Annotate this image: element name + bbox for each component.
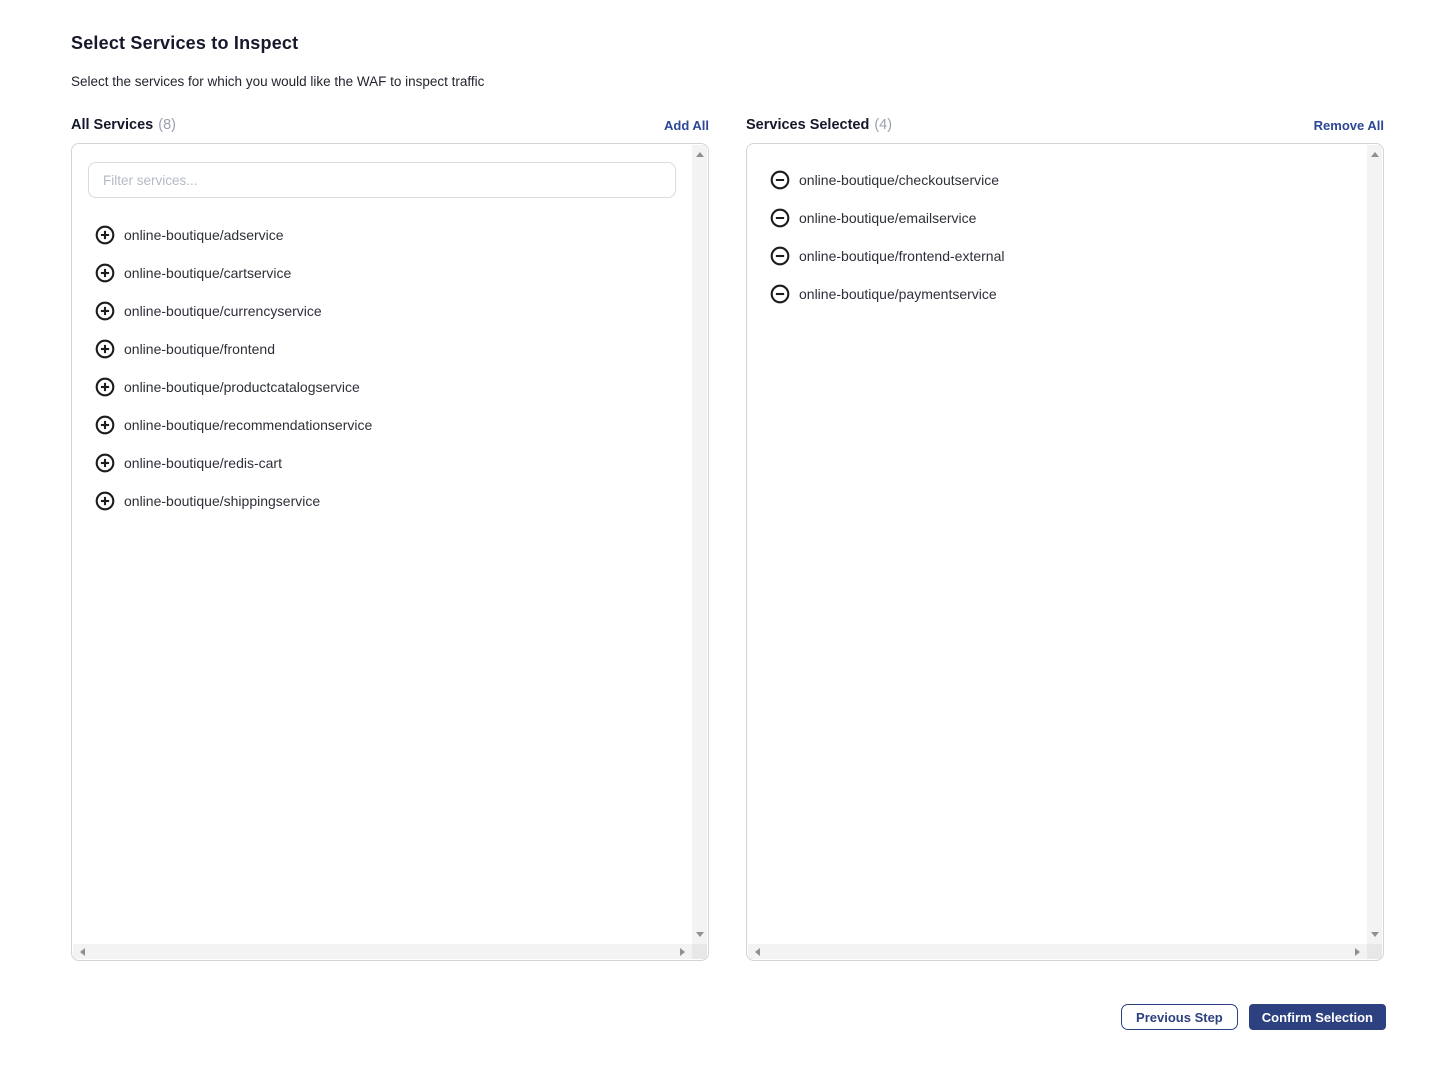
scroll-down-arrow-icon[interactable] xyxy=(1371,932,1379,937)
remove-all-link[interactable]: Remove All xyxy=(1314,118,1384,133)
selected-services-title: Services Selected (4) xyxy=(746,117,892,133)
scroll-left-arrow-icon[interactable] xyxy=(755,948,760,956)
service-label: online-boutique/checkoutservice xyxy=(799,172,999,188)
service-row[interactable]: online-boutique/emailservice xyxy=(747,206,1368,230)
service-label: online-boutique/frontend-external xyxy=(799,248,1004,264)
plus-circle-icon[interactable] xyxy=(95,301,115,321)
filter-services-input[interactable] xyxy=(88,162,676,198)
all-services-panel-content: online-boutique/adservice online-boutiqu… xyxy=(72,144,693,945)
selected-services-list: online-boutique/checkoutservice online-b… xyxy=(747,168,1368,306)
service-row[interactable]: online-boutique/recommendationservice xyxy=(72,413,693,437)
service-label: online-boutique/cartservice xyxy=(124,265,291,281)
service-label: online-boutique/paymentservice xyxy=(799,286,997,302)
service-label: online-boutique/currencyservice xyxy=(124,303,322,319)
scrollbar-corner xyxy=(1367,944,1382,959)
minus-circle-icon[interactable] xyxy=(770,208,790,228)
service-row[interactable]: online-boutique/frontend xyxy=(72,337,693,361)
plus-circle-icon[interactable] xyxy=(95,491,115,511)
service-label: online-boutique/redis-cart xyxy=(124,455,282,471)
plus-circle-icon[interactable] xyxy=(95,225,115,245)
service-columns: All Services (8) Add All online-boutique/… xyxy=(71,117,1385,961)
plus-circle-icon[interactable] xyxy=(95,339,115,359)
all-services-vertical-scrollbar[interactable] xyxy=(692,145,707,944)
service-row[interactable]: online-boutique/paymentservice xyxy=(747,282,1368,306)
all-services-panel: online-boutique/adservice online-boutiqu… xyxy=(71,143,709,961)
service-row[interactable]: online-boutique/cartservice xyxy=(72,261,693,285)
scroll-right-arrow-icon[interactable] xyxy=(680,948,685,956)
plus-circle-icon[interactable] xyxy=(95,263,115,283)
plus-circle-icon[interactable] xyxy=(95,377,115,397)
selected-services-panel-content: online-boutique/checkoutservice online-b… xyxy=(747,144,1368,945)
waf-service-selection-page: Select Services to Inspect Select the se… xyxy=(0,0,1456,1072)
service-row[interactable]: online-boutique/frontend-external xyxy=(747,244,1368,268)
service-label: online-boutique/recommendationservice xyxy=(124,417,372,433)
service-row[interactable]: online-boutique/productcatalogservice xyxy=(72,375,693,399)
minus-circle-icon[interactable] xyxy=(770,246,790,266)
service-label: online-boutique/shippingservice xyxy=(124,493,320,509)
all-services-horizontal-scrollbar[interactable] xyxy=(73,944,692,959)
all-services-count: (8) xyxy=(158,117,176,133)
all-services-title-text: All Services xyxy=(71,117,153,133)
all-services-title: All Services (8) xyxy=(71,117,176,133)
confirm-selection-button[interactable]: Confirm Selection xyxy=(1249,1004,1386,1030)
plus-circle-icon[interactable] xyxy=(95,415,115,435)
page-subtitle: Select the services for which you would … xyxy=(71,74,1385,89)
scroll-right-arrow-icon[interactable] xyxy=(1355,948,1360,956)
service-label: online-boutique/frontend xyxy=(124,341,275,357)
page-title: Select Services to Inspect xyxy=(71,33,1385,54)
service-label: online-boutique/adservice xyxy=(124,227,284,243)
selected-services-column: Services Selected (4) Remove All online-b… xyxy=(746,117,1384,961)
service-label: online-boutique/emailservice xyxy=(799,210,976,226)
selected-services-panel: online-boutique/checkoutservice online-b… xyxy=(746,143,1384,961)
footer-actions: Previous Step Confirm Selection xyxy=(1121,1004,1386,1030)
selected-services-header: Services Selected (4) Remove All xyxy=(746,117,1384,133)
scroll-up-arrow-icon[interactable] xyxy=(1371,152,1379,157)
minus-circle-icon[interactable] xyxy=(770,170,790,190)
selected-services-horizontal-scrollbar[interactable] xyxy=(748,944,1367,959)
selected-services-vertical-scrollbar[interactable] xyxy=(1367,145,1382,944)
scroll-left-arrow-icon[interactable] xyxy=(80,948,85,956)
service-row[interactable]: online-boutique/redis-cart xyxy=(72,451,693,475)
service-row[interactable]: online-boutique/currencyservice xyxy=(72,299,693,323)
scroll-down-arrow-icon[interactable] xyxy=(696,932,704,937)
plus-circle-icon[interactable] xyxy=(95,453,115,473)
selected-services-title-text: Services Selected xyxy=(746,117,869,133)
previous-step-button[interactable]: Previous Step xyxy=(1121,1004,1238,1030)
service-row[interactable]: online-boutique/shippingservice xyxy=(72,489,693,513)
service-row[interactable]: online-boutique/checkoutservice xyxy=(747,168,1368,192)
service-row[interactable]: online-boutique/adservice xyxy=(72,223,693,247)
service-label: online-boutique/productcatalogservice xyxy=(124,379,360,395)
all-services-column: All Services (8) Add All online-boutique/… xyxy=(71,117,709,961)
selected-services-count: (4) xyxy=(874,117,892,133)
scroll-up-arrow-icon[interactable] xyxy=(696,152,704,157)
scrollbar-corner xyxy=(692,944,707,959)
all-services-list: online-boutique/adservice online-boutiqu… xyxy=(72,223,693,513)
add-all-link[interactable]: Add All xyxy=(664,118,709,133)
all-services-header: All Services (8) Add All xyxy=(71,117,709,133)
minus-circle-icon[interactable] xyxy=(770,284,790,304)
